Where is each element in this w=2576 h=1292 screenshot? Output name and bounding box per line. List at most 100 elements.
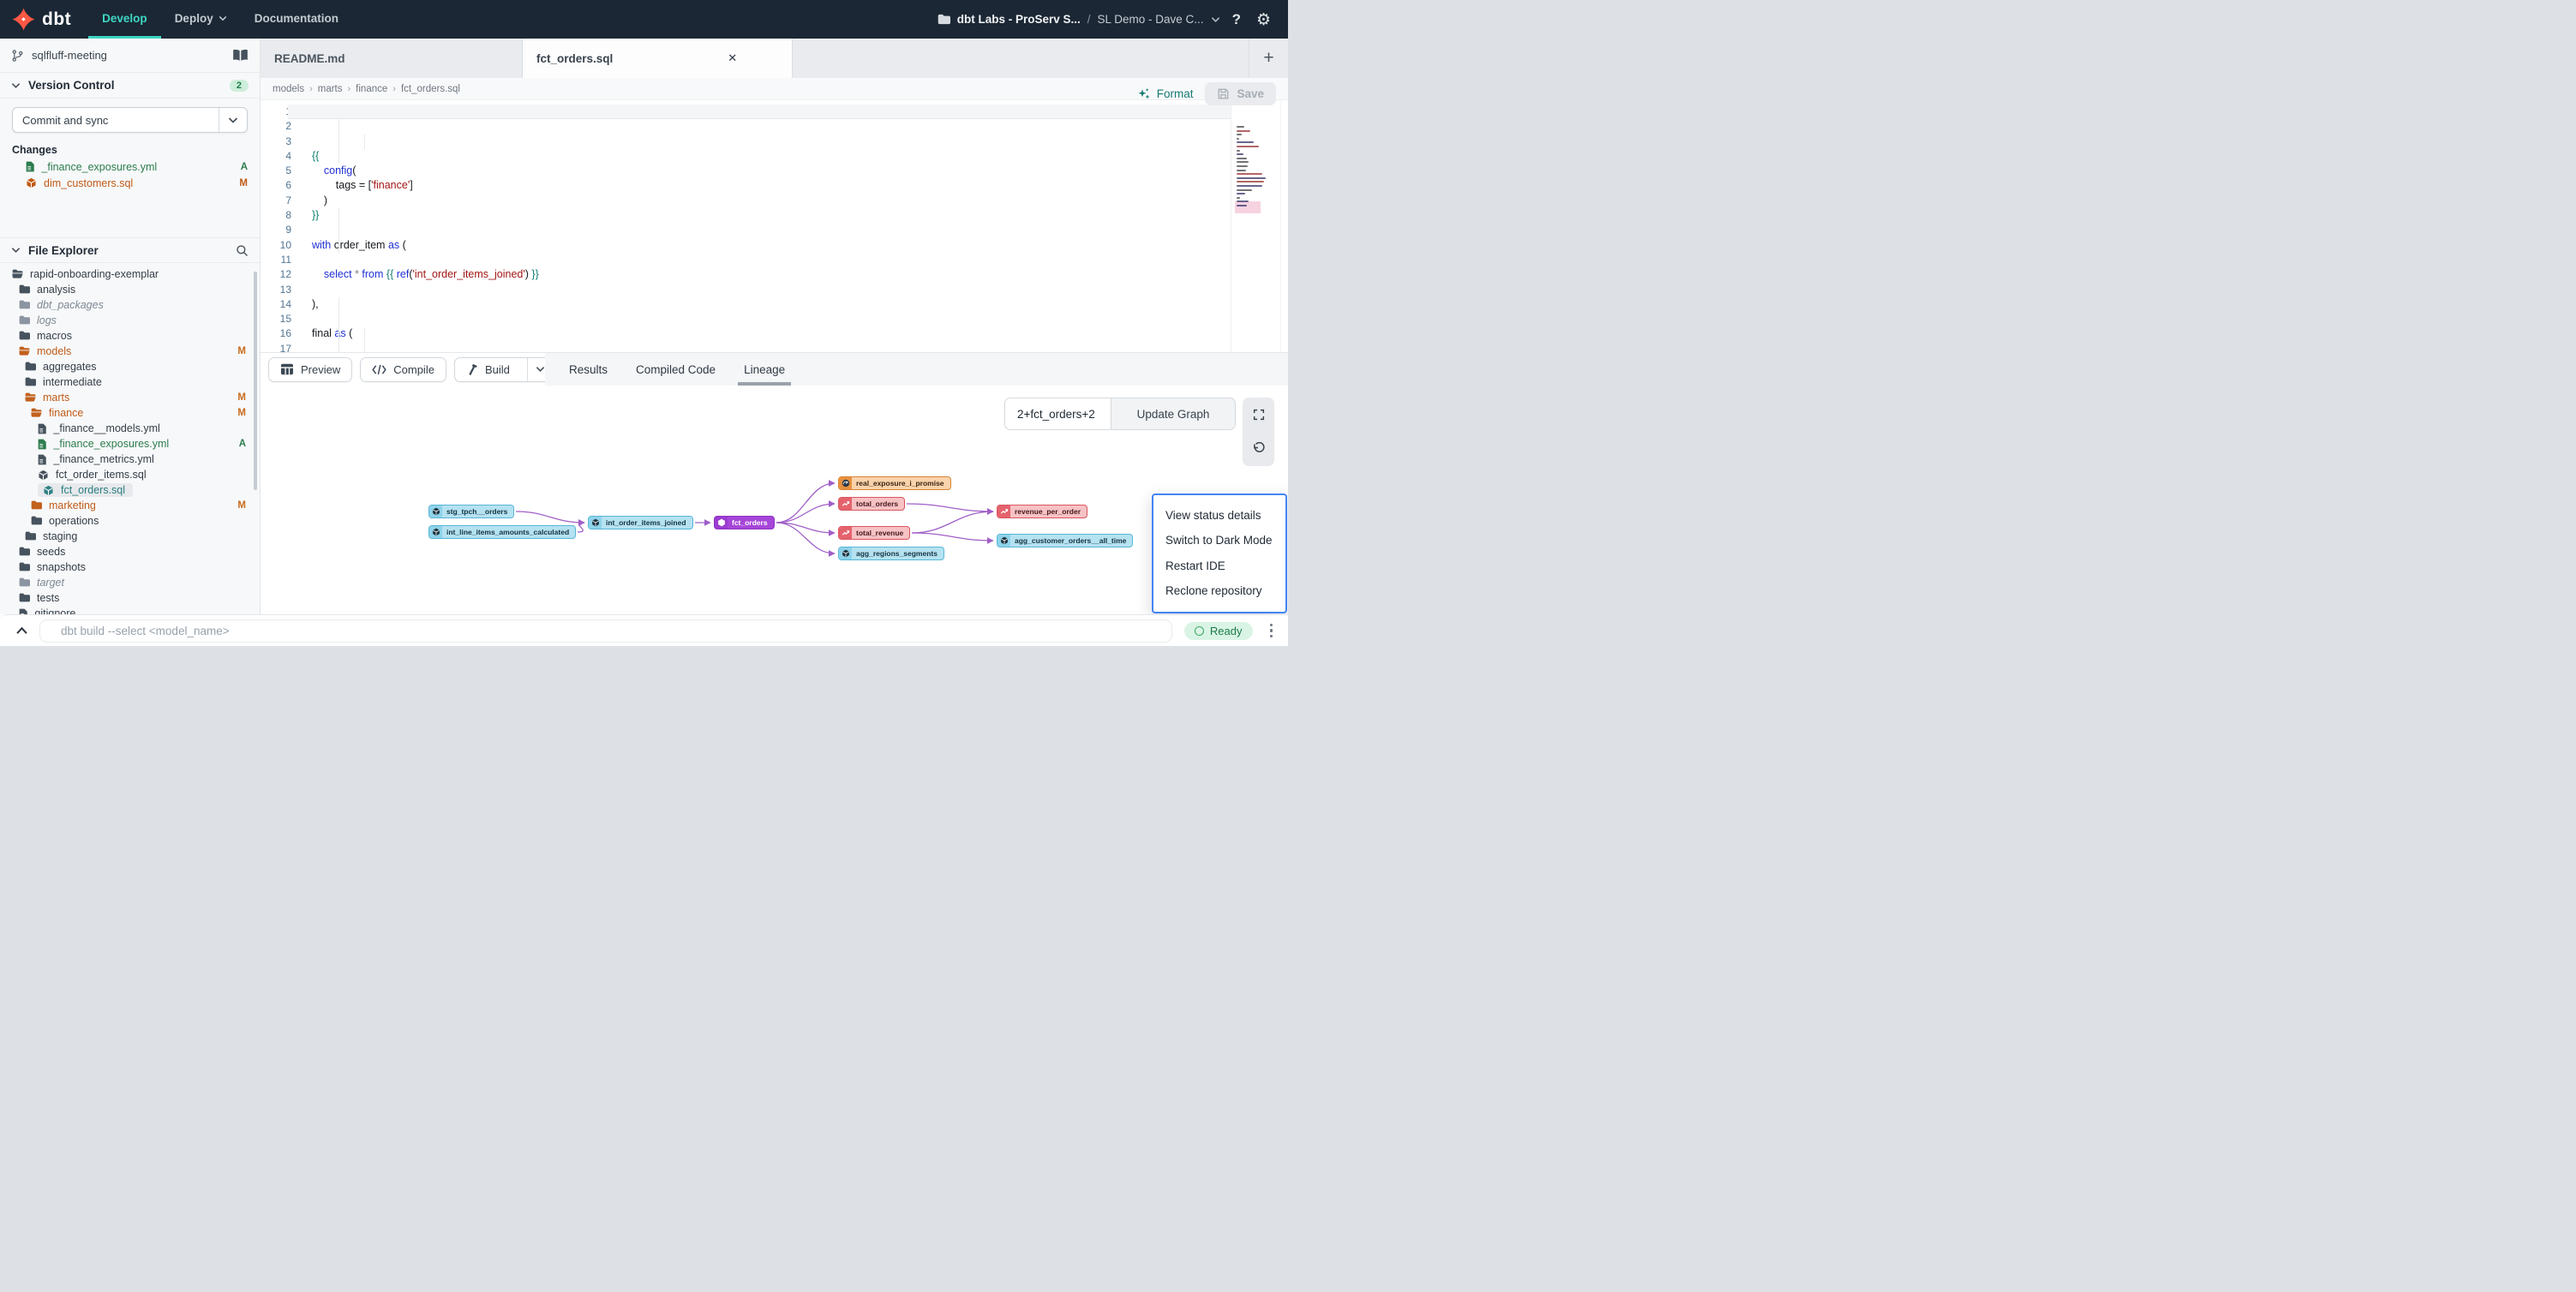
tree-item-_finance_exposures.yml[interactable]: _finance_exposures.ymlA xyxy=(0,436,260,452)
tree-item-marketing[interactable]: marketingM xyxy=(0,498,260,513)
lineage-node-agg_customer_orders__all_time[interactable]: agg_customer_orders__all_time xyxy=(997,534,1133,547)
lineage-selector-input[interactable] xyxy=(1004,398,1111,430)
nav-deploy[interactable]: Deploy xyxy=(161,0,241,39)
tree-item-finance[interactable]: financeM xyxy=(0,405,260,421)
tab-results[interactable]: Results xyxy=(569,353,608,386)
tab-lineage[interactable]: Lineage xyxy=(744,353,785,386)
lineage-node-real_exposure_i_promise[interactable]: real_exposure_i_promise xyxy=(838,476,951,490)
update-graph-button[interactable]: Update Graph xyxy=(1111,398,1236,430)
help-icon[interactable]: ? xyxy=(1229,11,1244,28)
code-area[interactable]: {{ config( tags = ['finance'] )}}with or… xyxy=(300,100,1231,352)
breadcrumb-separator: › xyxy=(392,84,396,94)
nav-develop[interactable]: Develop xyxy=(88,0,161,39)
cube-icon xyxy=(43,485,54,496)
tree-item-fct_order_items.sql[interactable]: fct_order_items.sql xyxy=(0,467,260,482)
tree-item-target[interactable]: target xyxy=(0,575,260,590)
lineage-node-agg_regions_segments[interactable]: agg_regions_segments xyxy=(838,547,944,560)
project-selector[interactable]: dbt Labs - ProServ S... / SL Demo - Dave… xyxy=(938,13,1220,26)
code-line-4: ) xyxy=(312,194,1231,208)
reset-graph-button[interactable] xyxy=(1243,432,1274,466)
tree-item-snapshots[interactable]: snapshots xyxy=(0,559,260,575)
commit-and-sync-button[interactable]: Commit and sync xyxy=(12,107,248,133)
tree-item-logs[interactable]: logs xyxy=(0,313,260,328)
tree-item-staging[interactable]: staging xyxy=(0,529,260,544)
breadcrumb-fct_orders.sql[interactable]: fct_orders.sql xyxy=(401,84,460,94)
tab-compiled-code[interactable]: Compiled Code xyxy=(636,353,716,386)
code-editor[interactable]: 1234567891011121314151617 {{ config( tag… xyxy=(261,100,1288,352)
tree-item-analysis[interactable]: analysis xyxy=(0,282,260,297)
dbt-logo[interactable]: dbt xyxy=(0,0,88,39)
tree-item-inner: staging xyxy=(25,529,85,543)
commit-button-label[interactable]: Commit and sync xyxy=(13,108,219,132)
tree-item-aggregates[interactable]: aggregates xyxy=(0,359,260,374)
editor-scrollbar[interactable] xyxy=(1280,100,1288,352)
build-button[interactable]: Build xyxy=(454,357,554,382)
tree-item-_finance_metrics.yml[interactable]: _finance_metrics.yml xyxy=(0,452,260,467)
tree-item-rapid-onboarding-exemplar[interactable]: rapid-onboarding-exemplar xyxy=(0,266,260,282)
changed-file-dim_customers.sql[interactable]: dim_customers.sqlM xyxy=(0,175,260,191)
commit-options-dropdown[interactable] xyxy=(219,108,247,132)
minimap[interactable] xyxy=(1231,100,1280,352)
git-branch-icon xyxy=(11,49,24,63)
search-icon[interactable] xyxy=(236,244,249,257)
tree-item-models[interactable]: modelsM xyxy=(0,344,260,359)
lineage-node-revenue_per_order[interactable]: revenue_per_order xyxy=(997,505,1087,518)
nav-documentation[interactable]: Documentation xyxy=(241,0,352,39)
docs-book-icon[interactable] xyxy=(232,49,249,62)
tree-item-name: logs xyxy=(37,314,57,326)
close-tab-icon[interactable]: ✕ xyxy=(724,50,740,67)
settings-gear-icon[interactable]: ⚙ xyxy=(1253,10,1274,29)
file-explorer-header[interactable]: File Explorer xyxy=(0,237,260,263)
tree-item-macros[interactable]: macros xyxy=(0,328,260,344)
lineage-node-total_revenue[interactable]: total_revenue xyxy=(838,526,910,540)
lineage-node-int_line_items_amounts_calculated[interactable]: int_line_items_amounts_calculated xyxy=(428,525,576,539)
sidebar-scrollbar[interactable] xyxy=(254,272,257,490)
expand-command-bar-button[interactable] xyxy=(10,626,33,635)
save-button[interactable]: Save xyxy=(1205,82,1276,105)
tree-item-operations[interactable]: operations xyxy=(0,513,260,529)
menu-item-reclone-repository[interactable]: Reclone repository xyxy=(1153,583,1285,600)
tree-item-fct_orders.sql[interactable]: fct_orders.sql xyxy=(0,482,260,498)
dbt-command-input[interactable] xyxy=(39,619,1172,643)
tree-item-tests[interactable]: tests xyxy=(0,590,260,606)
minimap-line xyxy=(1237,146,1259,147)
version-control-header[interactable]: Version Control 2 xyxy=(0,73,260,99)
breadcrumb-models[interactable]: models xyxy=(273,84,304,94)
tree-item-_finance__models.yml[interactable]: _finance__models.yml xyxy=(0,421,260,436)
breadcrumb-finance[interactable]: finance xyxy=(356,84,387,94)
tab-fct-orders[interactable]: fct_orders.sql ✕ xyxy=(523,39,793,78)
status-badge[interactable]: Ready xyxy=(1184,622,1253,640)
indent-guide xyxy=(338,297,339,352)
new-tab-button[interactable]: + xyxy=(1249,39,1288,78)
tree-item-dbt_packages[interactable]: dbt_packages xyxy=(0,297,260,313)
lineage-node-fct_orders[interactable]: fct_orders xyxy=(714,516,775,529)
lineage-node-total_orders[interactable]: total_orders xyxy=(838,497,905,511)
minimap-line xyxy=(1237,126,1244,128)
format-button[interactable]: Format xyxy=(1137,87,1194,101)
fullscreen-button[interactable] xyxy=(1243,398,1274,432)
tree-item-badge: M xyxy=(237,500,246,511)
tab-readme[interactable]: README.md xyxy=(261,39,523,78)
tree-item-gitignore[interactable]: gitignore xyxy=(0,606,260,614)
chart-icon xyxy=(997,505,1010,517)
tree-item-marts[interactable]: martsM xyxy=(0,390,260,405)
kebab-menu-icon[interactable] xyxy=(1265,620,1279,642)
tree-item-seeds[interactable]: seeds xyxy=(0,544,260,559)
tree-item-badge: M xyxy=(237,408,246,418)
tree-item-intermediate[interactable]: intermediate xyxy=(0,374,260,390)
lineage-node-label: agg_customer_orders__all_time xyxy=(1010,536,1132,545)
menu-item-restart-ide[interactable]: Restart IDE xyxy=(1153,558,1285,575)
change-status-badge: A xyxy=(241,162,248,172)
lineage-node-stg_tpch__orders[interactable]: stg_tpch__orders xyxy=(428,505,514,518)
breadcrumb-marts[interactable]: marts xyxy=(318,84,343,94)
folder-open-icon xyxy=(31,408,42,417)
lineage-node-label: agg_regions_segments xyxy=(852,549,944,558)
changed-file-_finance_exposures.yml[interactable]: _finance_exposures.ymlA xyxy=(0,159,260,175)
menu-item-switch-to-dark-mode[interactable]: Switch to Dark Mode xyxy=(1153,532,1285,549)
folder-icon xyxy=(19,315,30,325)
build-main[interactable]: Build xyxy=(455,358,520,381)
compile-button[interactable]: Compile xyxy=(360,357,446,382)
preview-button[interactable]: Preview xyxy=(268,357,352,382)
menu-item-view-status-details[interactable]: View status details xyxy=(1153,507,1285,524)
lineage-node-int_order_items_joined[interactable]: int_order_items_joined xyxy=(588,516,693,529)
